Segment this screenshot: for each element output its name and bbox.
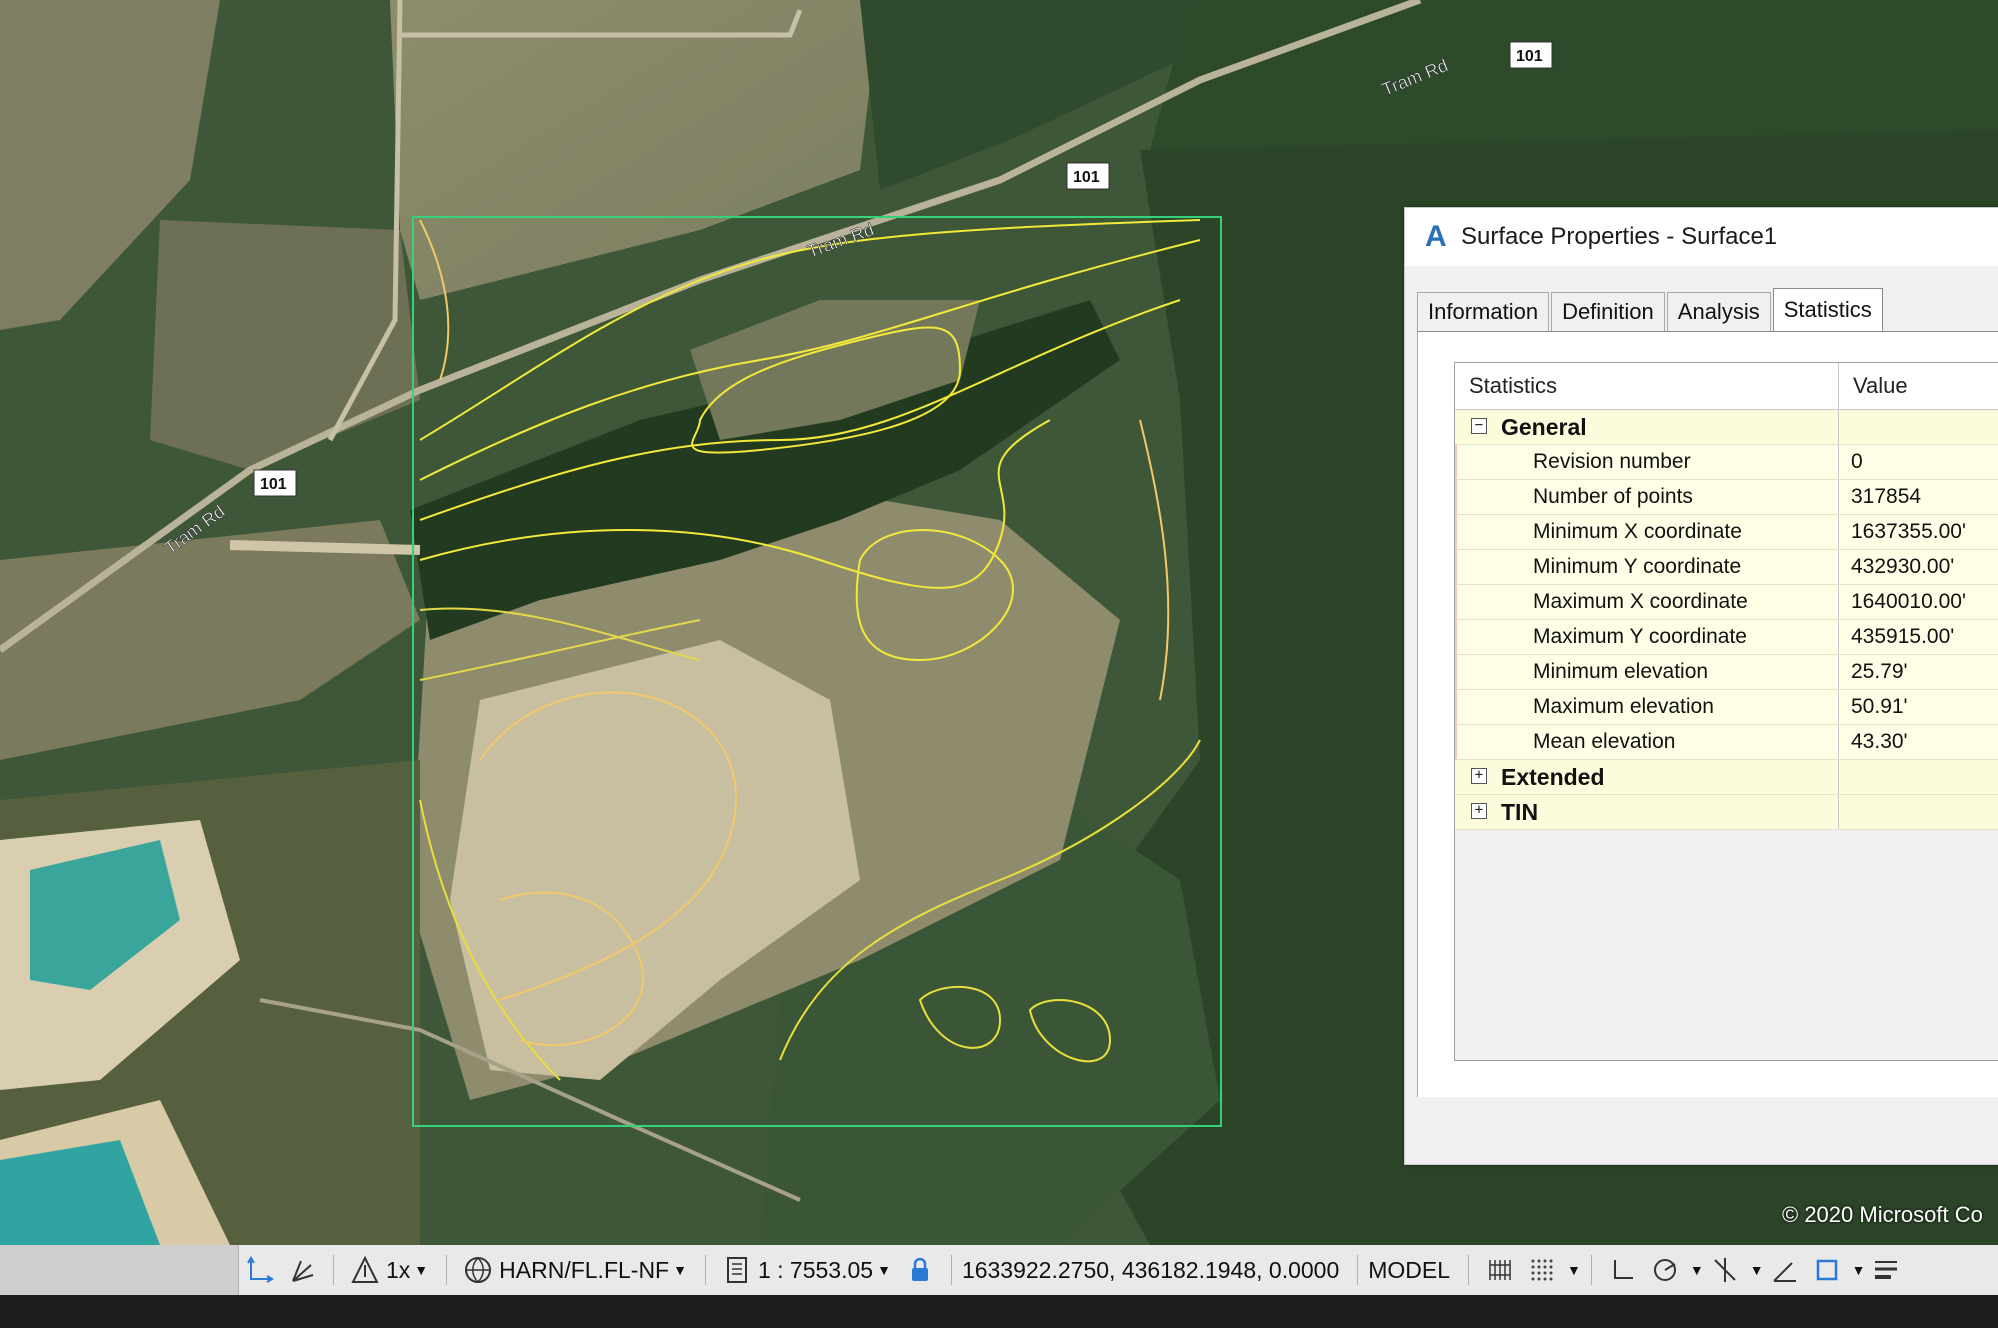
stat-value: 25.79': [1851, 660, 1908, 683]
annotation-scale-icon[interactable]: [350, 1255, 380, 1285]
group-general[interactable]: − General: [1455, 410, 1998, 445]
tab-analysis[interactable]: Analysis: [1666, 292, 1771, 332]
table-row[interactable]: Maximum X coordinate 1640010.00': [1455, 585, 1998, 620]
stat-name: Minimum elevation: [1455, 655, 1839, 689]
dialog-title: Surface Properties - Surface1: [1461, 223, 1778, 250]
group-label: TIN: [1501, 799, 1539, 825]
route-shield: 101: [1516, 48, 1543, 65]
surface-properties-dialog[interactable]: A Surface Properties - Surface1 Informat…: [1404, 207, 1998, 1165]
group-tin[interactable]: + TIN: [1455, 795, 1998, 830]
object-snap-icon[interactable]: [1812, 1255, 1842, 1285]
stat-name: Maximum Y coordinate: [1455, 620, 1839, 654]
column-header-value[interactable]: Value: [1839, 363, 1908, 409]
stat-name: Mean elevation: [1455, 725, 1839, 759]
chevron-down-icon[interactable]: ▼: [1690, 1262, 1704, 1278]
snap-mode-icon[interactable]: [1527, 1255, 1557, 1285]
map-scale-value: 1 : 7553.05: [757, 1256, 874, 1283]
map-copyright: © 2020 Microsoft Co: [1782, 1202, 1983, 1227]
stat-value: 435915.00': [1851, 625, 1955, 648]
grid-display-icon[interactable]: [1485, 1255, 1515, 1285]
statistics-panel: Statistics Value − General Revision numbe…: [1417, 331, 1998, 1097]
polar-tracking-icon[interactable]: [1650, 1255, 1680, 1285]
tab-information[interactable]: Information: [1417, 292, 1550, 332]
route-shield: 101: [1073, 169, 1100, 186]
chevron-down-icon: ▼: [877, 1262, 891, 1278]
table-row[interactable]: Minimum Y coordinate 432930.00': [1455, 550, 1998, 585]
expand-icon[interactable]: +: [1471, 803, 1487, 819]
coordinate-system-value: HARN/FL.FL-NF: [499, 1256, 670, 1283]
object-snap-tracking-icon[interactable]: [1770, 1255, 1800, 1285]
table-row[interactable]: Maximum Y coordinate 435915.00': [1455, 620, 1998, 655]
model-space-toggle[interactable]: MODEL: [1368, 1257, 1450, 1284]
annotation-scale-dropdown[interactable]: 1x ▼: [386, 1257, 428, 1284]
ortho-mode-icon[interactable]: [1608, 1255, 1638, 1285]
tab-strip: Information Definition Analysis Statisti…: [1417, 288, 1885, 332]
lock-icon[interactable]: [905, 1255, 935, 1285]
stat-value: 317854: [1851, 485, 1922, 508]
coordinate-system-dropdown[interactable]: HARN/FL.FL-NF ▼: [499, 1257, 687, 1284]
stat-value: 0: [1851, 450, 1863, 473]
tab-statistics[interactable]: Statistics: [1772, 288, 1883, 332]
isodraft-icon[interactable]: [1710, 1255, 1740, 1285]
chevron-down-icon[interactable]: ▼: [1750, 1262, 1764, 1278]
cursor-coordinates[interactable]: 1633922.2750, 436182.1948, 0.0000: [962, 1257, 1339, 1284]
table-row[interactable]: Minimum elevation 25.79': [1455, 655, 1998, 690]
table-row[interactable]: Number of points 317854: [1455, 480, 1998, 515]
stat-name: Maximum elevation: [1455, 690, 1839, 724]
stat-name: Revision number: [1455, 445, 1839, 479]
group-label: Extended: [1501, 764, 1605, 790]
collapse-icon[interactable]: −: [1471, 418, 1487, 434]
chevron-down-icon: ▼: [414, 1262, 429, 1278]
table-row[interactable]: Maximum elevation 50.91': [1455, 690, 1998, 725]
stat-value: 1640010.00': [1851, 590, 1966, 613]
lineweight-icon[interactable]: [1871, 1255, 1901, 1285]
chevron-down-icon[interactable]: ▼: [1567, 1262, 1581, 1278]
dynamic-ucs-icon[interactable]: [287, 1255, 317, 1285]
map-scale-dropdown[interactable]: 1 : 7553.05 ▼: [758, 1257, 891, 1284]
chevron-down-icon: ▼: [673, 1262, 687, 1278]
stat-value: 1637355.00': [1851, 520, 1966, 543]
annotation-scale-value: 1x: [386, 1256, 411, 1283]
taskbar: [0, 1295, 1998, 1328]
table-row[interactable]: Revision number 0: [1455, 445, 1998, 480]
group-label: General: [1501, 414, 1587, 440]
stat-value: 43.30': [1851, 730, 1908, 753]
chevron-down-icon[interactable]: ▼: [1852, 1262, 1866, 1278]
status-bar-lead: [0, 1245, 238, 1295]
stat-name: Maximum X coordinate: [1455, 585, 1839, 619]
status-bar: 1x ▼ HARN/FL.FL-NF ▼ 1 : 7553.05 ▼ 1633922.…: [0, 1245, 1998, 1295]
stat-name: Minimum Y coordinate: [1455, 550, 1839, 584]
globe-icon[interactable]: [463, 1255, 493, 1285]
route-shield: 101: [260, 476, 287, 493]
stat-value: 432930.00': [1851, 555, 1955, 578]
stat-value: 50.91': [1851, 695, 1908, 718]
ucs-icon[interactable]: [245, 1255, 275, 1285]
column-header-statistics[interactable]: Statistics: [1455, 363, 1839, 409]
group-extended[interactable]: + Extended: [1455, 760, 1998, 795]
stat-name: Minimum X coordinate: [1455, 515, 1839, 549]
stat-name: Number of points: [1455, 480, 1839, 514]
tab-definition[interactable]: Definition: [1551, 292, 1665, 332]
table-row[interactable]: Minimum X coordinate 1637355.00': [1455, 515, 1998, 550]
map-scale-icon[interactable]: [722, 1255, 752, 1285]
autocad-civil-icon: A: [1425, 220, 1447, 253]
dialog-titlebar[interactable]: A Surface Properties - Surface1: [1405, 208, 1998, 266]
grid-header: Statistics Value: [1455, 363, 1998, 410]
statistics-grid: Statistics Value − General Revision numbe…: [1454, 362, 1998, 1061]
table-row[interactable]: Mean elevation 43.30': [1455, 725, 1998, 760]
expand-icon[interactable]: +: [1471, 768, 1487, 784]
